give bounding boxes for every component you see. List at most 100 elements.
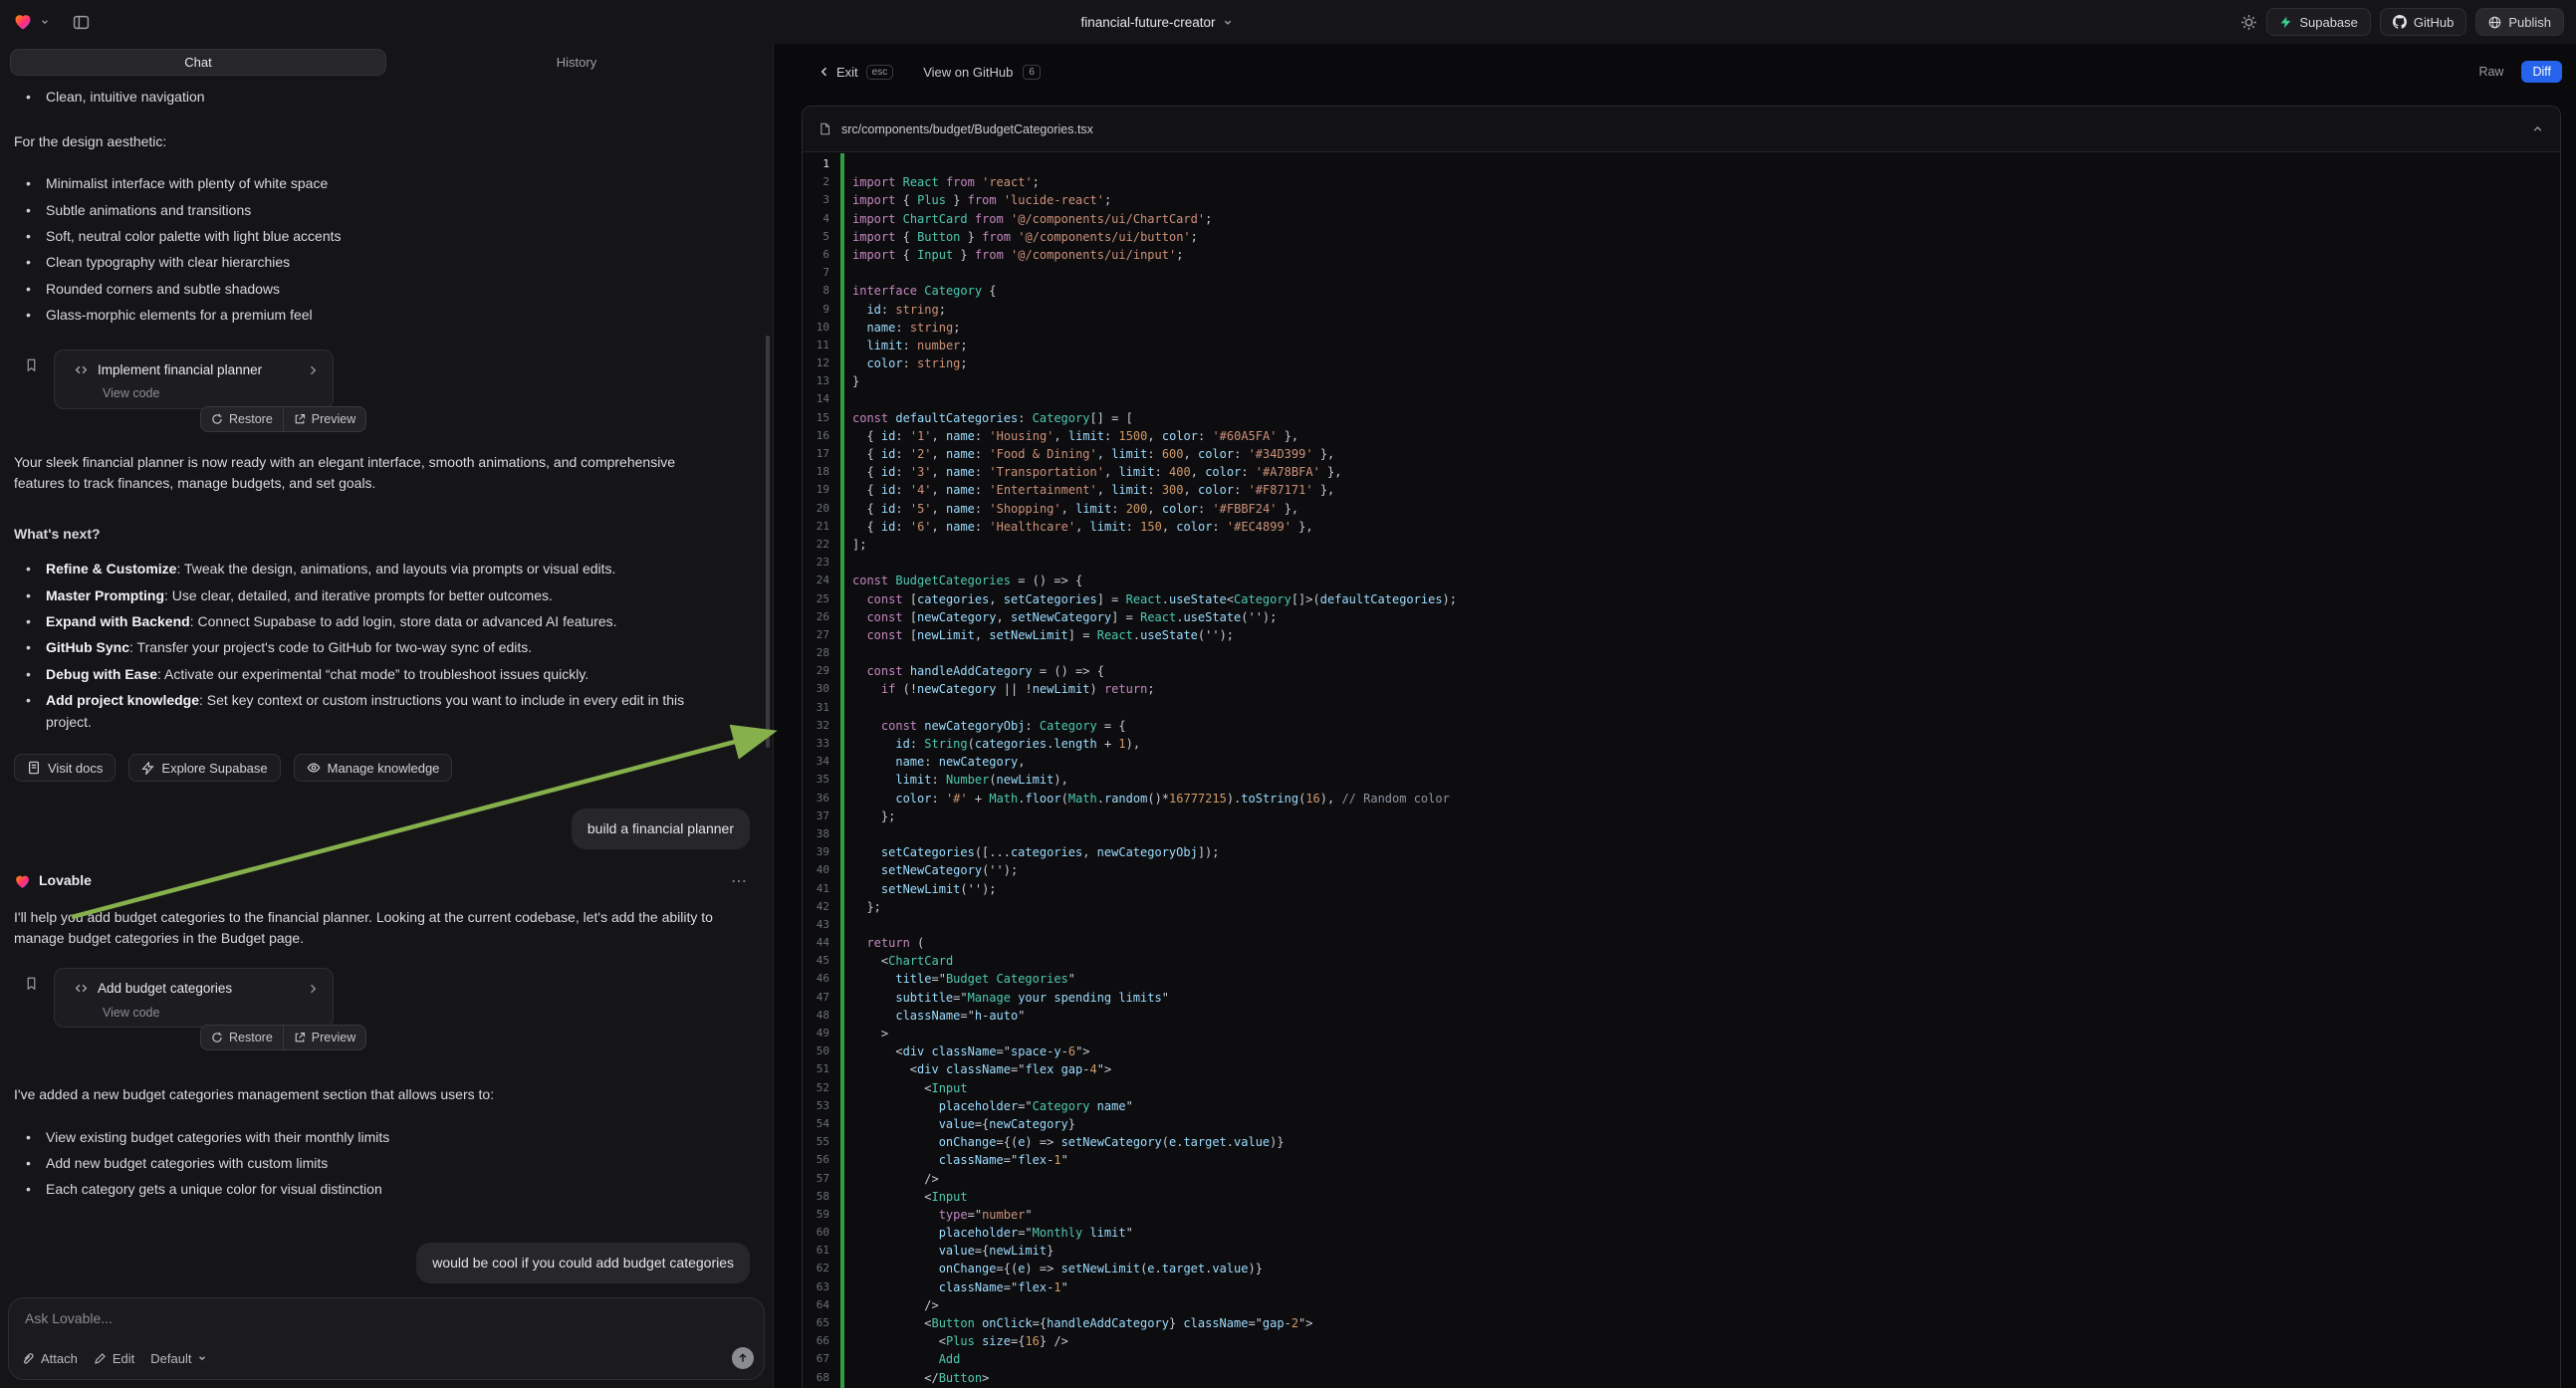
view-code-label[interactable]: View code — [103, 383, 319, 405]
visit-docs-button[interactable]: Visit docs — [14, 754, 116, 782]
chat-input[interactable] — [25, 1310, 748, 1326]
preview-button[interactable]: Preview — [284, 407, 365, 431]
code-line: 66 <Plus size={16} /> — [803, 1332, 2560, 1350]
assistant-paragraph: Your sleek financial planner is now read… — [14, 452, 706, 495]
code-lines[interactable]: 12import React from 'react';3import { Pl… — [803, 153, 2560, 1388]
code-line: 54 value={newCategory} — [803, 1115, 2560, 1133]
view-mode-toggle: Raw Diff — [2468, 61, 2562, 83]
restore-label: Restore — [229, 412, 273, 426]
code-line: 49 > — [803, 1025, 2560, 1042]
bolt-icon — [141, 762, 154, 775]
esc-kbd: esc — [866, 65, 894, 80]
code-line: 60 placeholder="Monthly limit" — [803, 1224, 2560, 1242]
card-title: Implement financial planner — [98, 359, 298, 381]
edit-button[interactable]: Edit — [94, 1351, 134, 1366]
code-line: 62 onChange={(e) => setNewLimit(e.target… — [803, 1260, 2560, 1277]
chevron-left-icon — [819, 66, 830, 78]
attach-button[interactable]: Attach — [21, 1351, 78, 1366]
assistant-paragraph: I'll help you add budget categories to t… — [14, 907, 759, 950]
code-line: 18 { id: '3', name: 'Transportation', li… — [803, 463, 2560, 481]
chevron-down-icon — [197, 1353, 207, 1363]
github-button[interactable]: GitHub — [2380, 8, 2466, 36]
bookmark-icon[interactable] — [25, 976, 38, 991]
code-line: 64 /> — [803, 1296, 2560, 1314]
assistant-header: Lovable ⋯ — [14, 870, 759, 892]
code-line: 39 setCategories([...categories, newCate… — [803, 843, 2560, 861]
list-item: Glass-morphic elements for a premium fee… — [14, 305, 759, 327]
list-item: Add project knowledge: Set key context o… — [14, 690, 706, 733]
edit-label: Edit — [113, 1351, 134, 1366]
view-code-label[interactable]: View code — [103, 1003, 319, 1025]
settings-gear-icon[interactable] — [2240, 14, 2257, 31]
code-line: 65 <Button onClick={handleAddCategory} c… — [803, 1314, 2560, 1332]
preview-label: Preview — [312, 412, 355, 426]
code-line: 45 <ChartCard — [803, 952, 2560, 970]
preview-button[interactable]: Preview — [284, 1026, 365, 1049]
restore-button[interactable]: Restore — [201, 407, 283, 431]
chevron-down-icon[interactable] — [40, 17, 50, 27]
lovable-app: financial-future-creator Supabase GitHub… — [0, 0, 2576, 1388]
diff-button[interactable]: Diff — [2521, 61, 2562, 83]
code-line: 63 className="flex-1" — [803, 1278, 2560, 1296]
exit-button[interactable]: Exit — [819, 65, 858, 80]
code-line: 67 Add — [803, 1350, 2560, 1368]
chevron-right-icon — [307, 983, 319, 995]
code-line: 59 type="number" — [803, 1206, 2560, 1224]
message-menu-icon[interactable]: ⋯ — [731, 871, 747, 891]
pencil-icon — [94, 1352, 107, 1365]
composer: Attach Edit Default — [8, 1297, 765, 1380]
collapse-chevron-up-icon[interactable] — [2531, 122, 2544, 135]
list-item: Expand with Backend: Connect Supabase to… — [14, 611, 706, 633]
code-line: 12 color: string; — [803, 354, 2560, 372]
code-icon — [74, 363, 89, 376]
restore-icon — [211, 1032, 223, 1043]
restore-button[interactable]: Restore — [201, 1026, 283, 1049]
chat-scroll-area[interactable]: Clean, intuitive navigation For the desi… — [0, 76, 773, 1297]
manage-knowledge-button[interactable]: Manage knowledge — [294, 754, 453, 782]
publish-button[interactable]: Publish — [2475, 8, 2564, 36]
chat-scrollbar[interactable] — [766, 336, 770, 748]
code-line: 41 setNewLimit(''); — [803, 880, 2560, 898]
code-line: 25 const [categories, setCategories] = R… — [803, 590, 2560, 608]
document-icon — [27, 761, 41, 775]
project-menu[interactable]: financial-future-creator — [1080, 0, 1233, 44]
lovable-logo-icon[interactable] — [13, 12, 33, 32]
send-button[interactable] — [732, 1347, 754, 1369]
code-line: 8interface Category { — [803, 282, 2560, 300]
mode-select[interactable]: Default — [150, 1351, 207, 1366]
code-line: 55 onChange={(e) => setNewCategory(e.tar… — [803, 1133, 2560, 1151]
mode-label: Default — [150, 1351, 191, 1366]
scrollback-list: Clean, intuitive navigation — [14, 87, 759, 109]
added-list: View existing budget categories with the… — [14, 1127, 759, 1201]
preview-label: Preview — [312, 1031, 355, 1044]
code-icon — [74, 982, 89, 995]
file-header[interactable]: src/components/budget/BudgetCategories.t… — [803, 107, 2560, 152]
restore-icon — [211, 413, 223, 425]
code-line: 22]; — [803, 536, 2560, 554]
tab-history[interactable]: History — [388, 49, 765, 76]
list-item: Each category gets a unique color for vi… — [14, 1179, 759, 1201]
code-file-card: src/components/budget/BudgetCategories.t… — [802, 106, 2561, 1388]
list-item: GitHub Sync: Transfer your project's cod… — [14, 637, 706, 659]
view-on-github-link[interactable]: View on GitHub — [923, 65, 1013, 80]
tab-chat[interactable]: Chat — [10, 49, 386, 76]
code-card-add-budget[interactable]: Add budget categories View code Restore … — [54, 968, 334, 1028]
code-line: 29 const handleAddCategory = () => { — [803, 662, 2560, 680]
sidebar-toggle-icon[interactable] — [73, 14, 90, 31]
explore-supabase-label: Explore Supabase — [161, 761, 267, 776]
app-header: financial-future-creator Supabase GitHub… — [0, 0, 2576, 44]
bookmark-icon[interactable] — [25, 357, 38, 372]
code-line: 51 <div className="flex gap-4"> — [803, 1060, 2560, 1078]
code-line: 56 className="flex-1" — [803, 1151, 2560, 1169]
code-card-implement[interactable]: Implement financial planner View code Re… — [54, 349, 334, 409]
paperclip-icon — [21, 1351, 35, 1365]
supabase-button[interactable]: Supabase — [2266, 8, 2371, 36]
file-path: src/components/budget/BudgetCategories.t… — [841, 122, 1093, 136]
manage-knowledge-label: Manage knowledge — [328, 761, 440, 776]
code-line: 38 — [803, 825, 2560, 843]
raw-button[interactable]: Raw — [2468, 61, 2513, 83]
code-line: 50 <div className="space-y-6"> — [803, 1042, 2560, 1060]
restore-label: Restore — [229, 1031, 273, 1044]
explore-supabase-button[interactable]: Explore Supabase — [128, 754, 280, 782]
list-item: Minimalist interface with plenty of whit… — [14, 173, 759, 195]
